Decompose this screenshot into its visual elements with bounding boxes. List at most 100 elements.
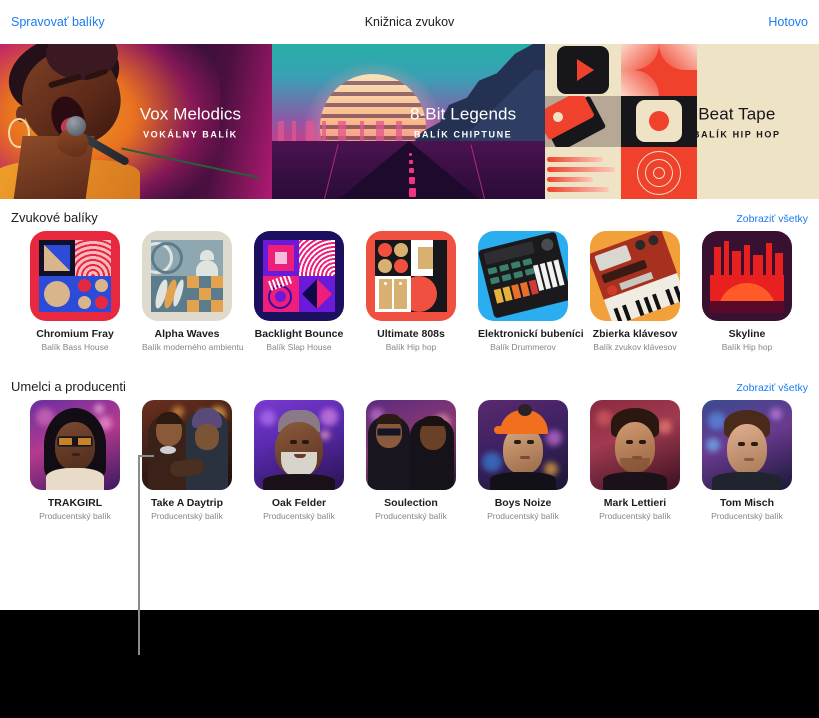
- pack-title: Elektronickí bubeníci: [478, 328, 584, 340]
- pack-artwork: [590, 231, 680, 321]
- pack-title: Skyline: [728, 328, 766, 340]
- artist-title: Tom Misch: [719, 497, 775, 509]
- artist-title: Mark Lettieri: [603, 497, 667, 509]
- pack-card-alpha-waves[interactable]: Alpha Waves Balík moderného ambientu: [142, 231, 244, 352]
- banner-subtitle: BALÍK CHIPTUNE: [413, 129, 513, 139]
- artist-photo: [366, 400, 456, 490]
- quarter-arcs-cell: [621, 44, 697, 96]
- pack-card-chromium-fray[interactable]: Chromium Fray Balík Bass House: [30, 231, 120, 352]
- road-dash-5-icon: [408, 153, 412, 156]
- banner-text-8bit-legends: 8-Bit Legends BALÍK CHIPTUNE: [381, 104, 545, 139]
- artist-card-mark-lettieri[interactable]: Mark Lettieri Producentský balík: [590, 400, 680, 521]
- featured-banner-vox-melodics[interactable]: Vox Melodics VOKÁLNY BALÍK: [0, 44, 272, 199]
- artist-photo: [30, 400, 120, 490]
- manage-packs-button[interactable]: Spravovať balíky: [11, 15, 105, 29]
- done-button[interactable]: Hotovo: [768, 15, 808, 29]
- road-dash-3-icon: [408, 168, 414, 173]
- banner-text-vox-melodics: Vox Melodics VOKÁLNY BALÍK: [109, 104, 272, 139]
- artist-card-tom-misch[interactable]: Tom Misch Producentský balík: [702, 400, 792, 521]
- artists-row[interactable]: TRAKGIRL Producentský balík Take A Daytr…: [0, 400, 819, 521]
- see-all-artists-link[interactable]: Zobraziť všetky: [736, 382, 808, 394]
- bar-2-icon: [547, 167, 615, 173]
- see-all-sound-packs-link[interactable]: Zobraziť všetky: [736, 213, 808, 225]
- artist-title: Take A Daytrip: [151, 497, 223, 509]
- artist-subtitle: Producentský balík: [151, 511, 223, 521]
- artist-title: Soulection: [384, 497, 438, 509]
- window-header: Spravovať balíky Knižnica zvukov Hotovo: [0, 0, 819, 44]
- artist-card-take-a-daytrip[interactable]: Take A Daytrip Producentský balík: [142, 400, 232, 521]
- pack-subtitle: Balík Drummerov: [490, 342, 556, 352]
- arc-3-icon: [621, 69, 659, 96]
- banner-title: Beat Tape: [698, 104, 776, 123]
- artist-subtitle: Producentský balík: [487, 511, 559, 521]
- featured-banner-beat-tape[interactable]: Beat Tape BALÍK HIP HOP: [545, 44, 819, 199]
- artist-photo: [478, 400, 568, 490]
- vinyl-cell: [621, 147, 697, 199]
- road-dash-2-icon: [408, 177, 415, 184]
- section-header-artists: Umelci a producenti Zobraziť všetky: [0, 352, 819, 400]
- banner-text-beat-tape: Beat Tape BALÍK HIP HOP: [655, 104, 819, 139]
- pack-artwork: [142, 231, 232, 321]
- arc-1-icon: [621, 44, 659, 70]
- pack-artwork: [702, 231, 792, 321]
- pack-card-skyline[interactable]: Skyline Balík Hip hop: [702, 231, 792, 352]
- artist-subtitle: Producentský balík: [711, 511, 783, 521]
- pack-title: Zbierka klávesov: [592, 328, 678, 340]
- pack-card-backlight-bounce[interactable]: Backlight Bounce Balík Slap House: [254, 231, 344, 352]
- artist-card-soulection[interactable]: Soulection Producentský balík: [366, 400, 456, 521]
- pack-artwork: [254, 231, 344, 321]
- sound-library-window: Spravovať balíky Knižnica zvukov Hotovo …: [0, 0, 819, 610]
- artist-card-oak-felder[interactable]: Oak Felder Producentský balík: [254, 400, 344, 521]
- artist-photo: [254, 400, 344, 490]
- sound-packs-row[interactable]: Chromium Fray Balík Bass House Alpha Wav…: [0, 231, 819, 352]
- banner-subtitle: BALÍK HIP HOP: [692, 129, 781, 139]
- banner-title: 8-Bit Legends: [409, 104, 517, 123]
- pack-card-zbierka-klavesov[interactable]: Zbierka klávesov Balík zvukov klávesov: [590, 231, 680, 352]
- section-header-sound-packs: Zvukové balíky Zobraziť všetky: [0, 199, 819, 231]
- road-dash-1-icon: [408, 188, 416, 197]
- pack-card-elektronicki-bubenici[interactable]: Elektronickí bubeníci Balík Drummerov: [478, 231, 584, 352]
- pack-artwork: [30, 231, 120, 321]
- artist-photo: [142, 400, 232, 490]
- banner-subtitle: VOKÁLNY BALÍK: [143, 129, 238, 139]
- artist-subtitle: Producentský balík: [39, 511, 111, 521]
- artist-photo: [590, 400, 680, 490]
- pack-subtitle: Balík zvukov klávesov: [593, 342, 677, 352]
- vinyl-icon: [637, 151, 681, 196]
- section-title: Zvukové balíky: [11, 210, 98, 225]
- bar-4-icon: [547, 187, 609, 193]
- page-title: Knižnica zvukov: [364, 15, 455, 29]
- pack-subtitle: Balík moderného ambientu: [142, 342, 244, 352]
- section-title: Umelci a producenti: [11, 379, 126, 394]
- pack-artwork: [366, 231, 456, 321]
- microphone-icon: [66, 116, 86, 136]
- bar-3-icon: [547, 177, 593, 183]
- pack-title: Backlight Bounce: [254, 328, 344, 340]
- arc-2-icon: [659, 44, 697, 70]
- artist-photo: [702, 400, 792, 490]
- pack-title: Chromium Fray: [36, 328, 114, 340]
- pack-card-ultimate-808s[interactable]: Ultimate 808s Balík Hip hop: [366, 231, 456, 352]
- artist-subtitle: Producentský balík: [263, 511, 335, 521]
- artist-subtitle: Producentský balík: [375, 511, 447, 521]
- artist-subtitle: Producentský balík: [599, 511, 671, 521]
- pack-subtitle: Balík Slap House: [266, 342, 332, 352]
- banner-title: Vox Melodics: [139, 104, 242, 123]
- featured-banner-8bit-legends[interactable]: 8-Bit Legends BALÍK CHIPTUNE: [272, 44, 545, 199]
- road-dash-4-icon: [408, 160, 413, 164]
- pack-subtitle: Balík Hip hop: [385, 342, 437, 352]
- play-cell: [545, 44, 621, 96]
- artist-title: Oak Felder: [271, 497, 327, 509]
- pack-subtitle: Balík Bass House: [41, 342, 109, 352]
- artist-card-trakgirl[interactable]: TRAKGIRL Producentský balík: [30, 400, 120, 521]
- pack-title: Ultimate 808s: [377, 328, 445, 340]
- artist-title: Boys Noize: [494, 497, 552, 509]
- bars-cell: [545, 147, 621, 199]
- artist-card-boys-noize[interactable]: Boys Noize Producentský balík: [478, 400, 568, 521]
- callout-line-horizontal: [138, 455, 154, 457]
- pack-subtitle: Balík Hip hop: [721, 342, 773, 352]
- bar-1-icon: [547, 157, 603, 163]
- featured-banners: Vox Melodics VOKÁLNY BALÍK 8-Bit Legends: [0, 44, 819, 199]
- callout-line-vertical: [138, 455, 140, 655]
- play-icon: [557, 45, 609, 94]
